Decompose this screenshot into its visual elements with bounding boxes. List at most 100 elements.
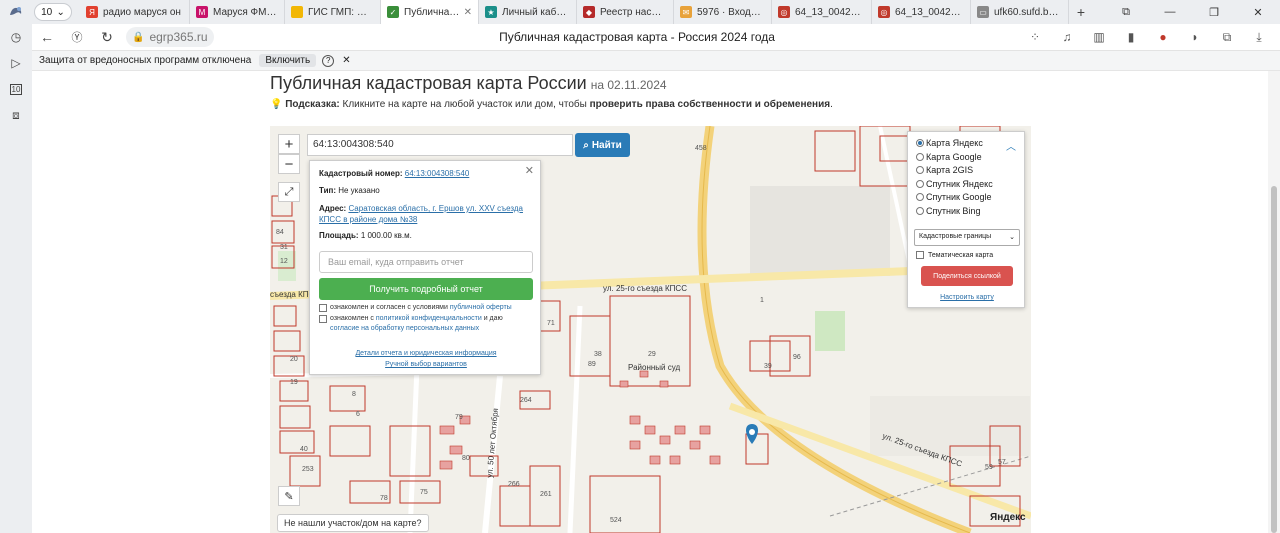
layer-radio[interactable] — [916, 179, 924, 188]
consent-link[interactable]: согласие на обработку персональных данны… — [330, 325, 479, 332]
address-link[interactable]: Саратовская область, г. Ершов ул. XXV съ… — [348, 204, 523, 213]
court-label: Районный суд — [628, 363, 680, 372]
parcel-label: 20 — [290, 356, 298, 363]
parcel-label: 266 — [508, 481, 520, 488]
layer-option[interactable]: Спутник Яндекс — [916, 179, 993, 189]
layer-radio[interactable] — [916, 193, 924, 201]
fullscreen-icon[interactable]: ⤢ — [278, 182, 300, 202]
hint-label: Подсказка: — [285, 99, 340, 110]
tab-counter[interactable]: 10 ⌄ — [34, 3, 72, 21]
yandex-icon[interactable]: Ⓨ — [62, 29, 92, 45]
layer-option[interactable]: Спутник Bing — [916, 206, 980, 216]
tab-manager-icon[interactable]: ⧉ — [1104, 6, 1148, 19]
browser-tab[interactable]: ▭ ufk60.sufd.budge — [971, 0, 1069, 24]
layer-radio[interactable] — [916, 152, 924, 161]
parcel-label: 19 — [290, 379, 298, 386]
back-icon[interactable]: ← — [32, 29, 62, 45]
heading-text: Публичная кадастровая карта России — [270, 73, 587, 93]
minimize-icon[interactable]: — — [1148, 6, 1192, 18]
layer-radio[interactable] — [916, 206, 924, 215]
cad-number-link[interactable]: 64:13:004308:540 — [405, 169, 470, 178]
headphones-icon[interactable]: ♫ — [1056, 30, 1078, 45]
share-link-button[interactable]: Поделиться ссылкой — [921, 266, 1013, 286]
browser-tab[interactable]: ★ Личный кабинет — [479, 0, 577, 24]
ten-icon[interactable]: 10 — [0, 76, 32, 102]
reload-icon[interactable]: ↻ — [92, 29, 122, 46]
browser-tab[interactable]: ГИС ГМП: Платеж — [285, 0, 381, 24]
yandex-logo: Яндекс — [990, 512, 1026, 523]
screenshot-icon[interactable]: ⧈ — [0, 102, 32, 128]
layer-option[interactable]: Карта 2GIS — [916, 165, 973, 175]
history-icon[interactable]: ◷ — [0, 24, 32, 50]
enable-protection-button[interactable]: Включить — [259, 54, 317, 67]
thematic-checkbox[interactable] — [916, 251, 924, 259]
layer-option[interactable]: Карта Google — [916, 152, 982, 162]
details-link[interactable]: Детали отчета и юридическая информация — [355, 350, 496, 357]
restore-icon[interactable]: ❐ — [1192, 6, 1236, 19]
zoom-out-button[interactable]: − — [278, 154, 300, 174]
page-scrollbar[interactable] — [1268, 71, 1280, 533]
chevron-down-icon: ⌄ — [1009, 234, 1015, 241]
tab-counter-value: 10 — [41, 6, 53, 18]
privacy-link[interactable]: политикой конфиденциальности — [376, 315, 482, 322]
parcel-label: 29 — [648, 351, 656, 358]
shield-icon[interactable]: ◗ — [1184, 30, 1206, 45]
close-window-icon[interactable]: ✕ — [1236, 6, 1280, 19]
tab-favicon-icon: ★ — [485, 6, 497, 18]
offer-checkbox[interactable] — [319, 304, 327, 312]
configure-map-link[interactable]: Настроить карту — [908, 294, 1026, 301]
close-tab-icon[interactable]: ✕ — [464, 7, 472, 18]
browser-tab[interactable]: ◆ Реестр наследств — [577, 0, 674, 24]
cadastral-search-input[interactable]: 64:13:004308:540 — [307, 134, 573, 156]
layer-radio[interactable] — [916, 139, 924, 147]
search-button[interactable]: ⌕ Найти — [575, 133, 630, 157]
collections-icon[interactable]: ⧉ — [1216, 30, 1238, 45]
layer-radio[interactable] — [916, 166, 924, 174]
address-link-2[interactable]: КПСС в районе дома №38 — [319, 215, 417, 224]
browser-tab[interactable]: ✉ 5976 · Входящие — [674, 0, 772, 24]
download-icon[interactable]: ⤓ — [1248, 30, 1270, 45]
play-icon[interactable]: ▷ — [0, 50, 32, 76]
parcel-label: 40 — [300, 446, 308, 453]
zoom-in-button[interactable]: + — [278, 134, 300, 154]
profile-icon[interactable]: ● — [1152, 30, 1174, 45]
tab-label: 64_13_004201_25 — [795, 6, 865, 18]
manual-link[interactable]: Ручной выбор вариантов — [385, 361, 467, 368]
offer-link[interactable]: публичной оферты — [450, 304, 512, 311]
close-notice-icon[interactable]: ✕ — [342, 55, 350, 66]
browser-tab[interactable]: ◎ 64_13_004201_1.p — [872, 0, 971, 24]
browser-tab[interactable]: ◎ 64_13_004201_25 — [772, 0, 872, 24]
map-pin-icon[interactable] — [746, 424, 758, 444]
search-button-label: Найти — [591, 139, 622, 151]
close-popup-icon[interactable]: ✕ — [525, 164, 534, 177]
cad-number-row: Кадастровый номер: 64:13:004308:540 — [319, 169, 469, 178]
reader-icon[interactable]: ▥ — [1088, 30, 1110, 45]
privacy-checkbox[interactable] — [319, 315, 327, 323]
tab-label: Реестр наследств — [600, 6, 667, 18]
browser-tab[interactable]: M Маруся ФМ — сл — [190, 0, 285, 24]
extensions-icon[interactable]: ⁘ — [1024, 30, 1046, 45]
url-field[interactable]: 🔒 egrp365.ru — [126, 27, 214, 47]
ruler-icon[interactable]: ✎ — [278, 486, 300, 506]
layer-option[interactable]: Спутник Google — [916, 192, 991, 202]
browser-logo-icon[interactable] — [0, 0, 32, 24]
parcel-label: 84 — [276, 229, 284, 236]
not-found-button[interactable]: Не нашли участок/дом на карте? — [277, 514, 429, 532]
email-field[interactable]: Ваш email, куда отправить отчет — [319, 251, 533, 273]
hint-text: Кликните на карте на любой участок или д… — [339, 99, 590, 110]
parcel-label: 8 — [352, 391, 356, 398]
parcel-label: 524 — [610, 517, 622, 524]
help-icon[interactable]: ? — [322, 54, 335, 67]
layer-option[interactable]: Карта Яндекс — [916, 138, 983, 148]
bookmark-icon[interactable]: ▮ — [1120, 30, 1142, 45]
privacy-text-plain: ознакомлен с — [330, 315, 376, 322]
collapse-icon[interactable]: ︿ — [1006, 138, 1016, 153]
browser-tab[interactable]: ✓ Публичная кад ✕ — [381, 0, 479, 24]
get-report-button[interactable]: Получить подробный отчет — [319, 278, 533, 300]
tab-label: 5976 · Входящие — [697, 6, 765, 18]
new-tab-button[interactable]: + — [1069, 4, 1093, 20]
browser-tab[interactable]: Ярадио маруся он — [80, 0, 190, 24]
overlay-select[interactable]: Кадастровые границы ⌄ — [914, 229, 1020, 246]
scrollbar-thumb[interactable] — [1271, 186, 1277, 533]
thematic-toggle[interactable]: Тематическая карта — [916, 251, 993, 259]
